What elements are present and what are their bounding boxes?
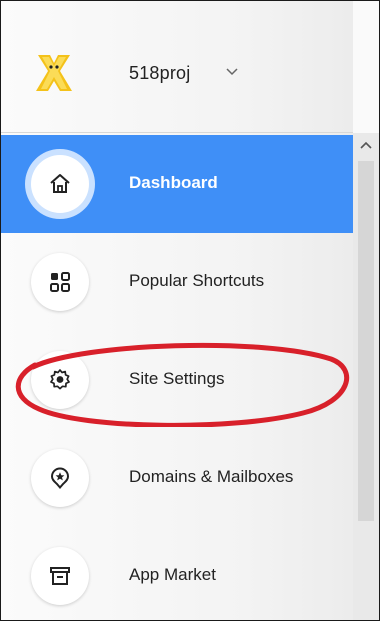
store-icon xyxy=(50,567,70,585)
nav-icon-circle xyxy=(31,253,89,311)
scrollbar-thumb[interactable] xyxy=(358,161,374,521)
grid-icon xyxy=(50,272,70,292)
sidebar-header: 518proj xyxy=(1,1,353,131)
header-divider xyxy=(1,132,353,133)
nav-icon-circle xyxy=(31,547,89,605)
nav-icon-circle xyxy=(31,155,89,213)
wix-logo-icon[interactable] xyxy=(34,53,74,93)
home-icon xyxy=(50,174,70,193)
nav-item-dashboard[interactable]: Dashboard xyxy=(1,135,353,233)
chevron-down-icon[interactable] xyxy=(225,63,239,79)
badge-star-icon xyxy=(50,467,70,490)
site-selector-name[interactable]: 518proj xyxy=(129,63,190,84)
gear-icon xyxy=(50,369,70,390)
scroll-up-arrow-icon[interactable] xyxy=(356,138,376,154)
nav-item-label: Popular Shortcuts xyxy=(129,271,265,290)
nav-item-label: Domains & Mailboxes xyxy=(129,467,294,486)
nav-icon-circle xyxy=(31,351,89,409)
sidebar-frame: 518proj Dashboard Popular Shortcuts Site… xyxy=(0,0,380,621)
nav-item-app-market[interactable]: App Market xyxy=(1,527,353,620)
nav-item-domains-mailboxes[interactable]: Domains & Mailboxes xyxy=(1,429,353,527)
nav-item-label: Site Settings xyxy=(129,369,225,388)
nav-item-site-settings[interactable]: Site Settings xyxy=(1,331,353,429)
nav-item-label: App Market xyxy=(129,565,216,584)
nav-icon-circle xyxy=(31,449,89,507)
nav-item-popular-shortcuts[interactable]: Popular Shortcuts xyxy=(1,233,353,331)
nav-item-label: Dashboard xyxy=(129,173,218,192)
